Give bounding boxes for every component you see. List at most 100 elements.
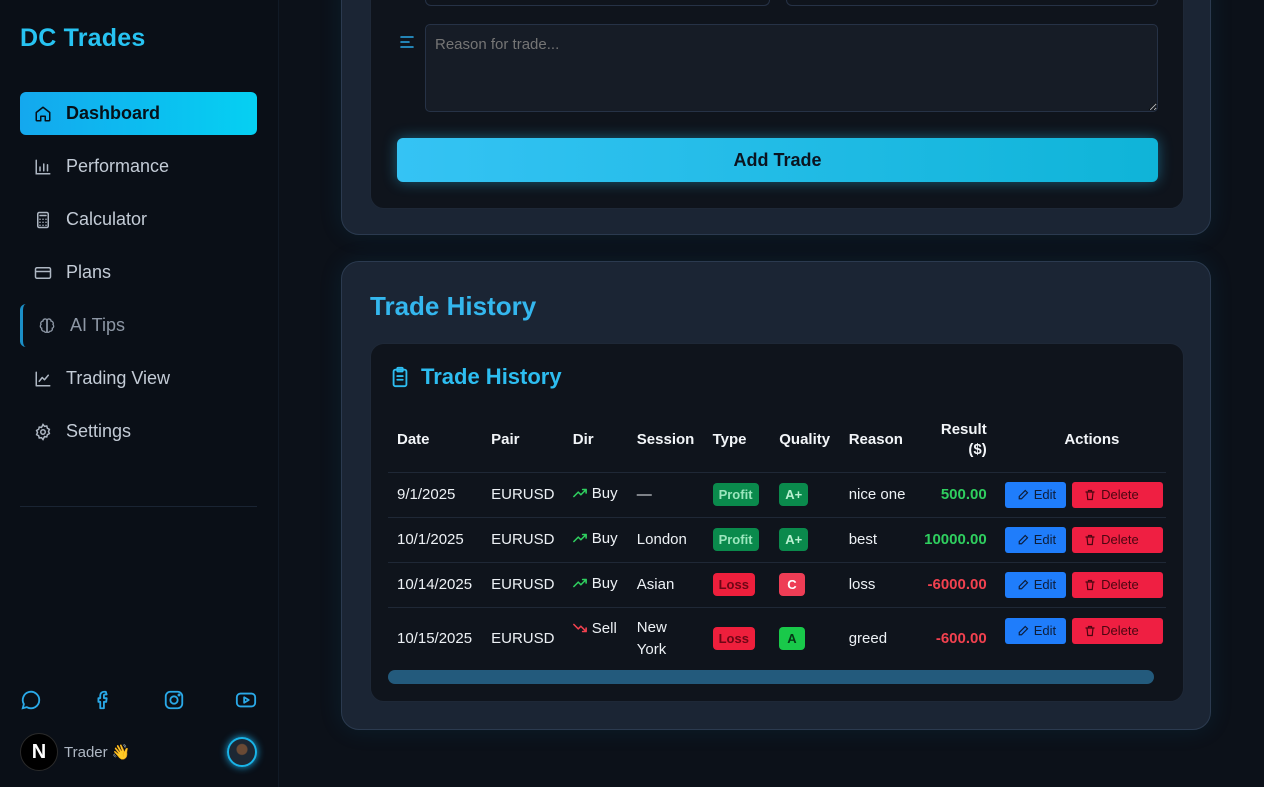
- cell-session: —: [627, 471, 704, 517]
- reason-input[interactable]: [425, 24, 1158, 112]
- quality-badge: A+: [779, 528, 809, 551]
- delete-button[interactable]: Delete: [1072, 526, 1163, 553]
- trade-table-wrapper: Date Pair Dir Session Type Quality Reaso…: [388, 408, 1166, 670]
- cell-pair: EURUSD: [482, 516, 564, 562]
- trending-up-icon: [572, 578, 587, 588]
- status-badge: Loss: [712, 573, 755, 596]
- app-logo: N: [20, 733, 58, 771]
- horizontal-scrollbar[interactable]: [388, 670, 1154, 684]
- trending-up-icon: [572, 533, 587, 543]
- pencil-icon: [1018, 579, 1029, 589]
- cell-type: Profit: [703, 516, 771, 562]
- cell-type: Loss: [703, 606, 771, 670]
- sidebar-item-settings[interactable]: Settings: [20, 410, 257, 453]
- sidebar-item-label: AI Tips: [70, 315, 126, 335]
- sidebar-divider: [20, 506, 257, 507]
- card-title-text: Trade History: [421, 364, 562, 389]
- cell-reason: loss: [839, 561, 916, 607]
- sidebar-item-trading-view[interactable]: Trading View: [20, 357, 257, 400]
- edit-button[interactable]: Edit: [1004, 617, 1067, 644]
- add-trade-card: Add Trade: [370, 0, 1184, 209]
- cell-dir: Buy: [563, 561, 628, 607]
- col-date[interactable]: Date: [388, 408, 482, 472]
- chat-icon[interactable]: [20, 689, 42, 711]
- form-fields-row: [371, 0, 1183, 6]
- status-badge: Profit: [712, 528, 759, 551]
- card-title: Trade History: [389, 364, 562, 390]
- sidebar-item-performance[interactable]: Performance: [20, 145, 257, 188]
- table-row: 9/1/2025 EURUSD Buy — Profit A+ nice one…: [388, 471, 1166, 517]
- col-dir[interactable]: Dir: [564, 408, 628, 472]
- delete-button[interactable]: Delete: [1072, 571, 1163, 598]
- cell-quality: A+: [770, 516, 840, 562]
- cell-reason: nice one: [839, 471, 916, 517]
- cell-result: -6000.00: [915, 561, 996, 607]
- brand-logo[interactable]: DC Trades: [20, 24, 145, 53]
- cell-session: Asian: [627, 561, 704, 607]
- sidebar-item-label: Plans: [66, 262, 112, 282]
- cell-pair: EURUSD: [482, 471, 564, 517]
- add-trade-button[interactable]: Add Trade: [397, 138, 1158, 182]
- col-reason[interactable]: Reason: [840, 408, 915, 472]
- status-badge: Profit: [712, 483, 759, 506]
- trade-history-card: Trade History Date Pair Dir Session Type…: [370, 343, 1184, 702]
- col-type[interactable]: Type: [704, 408, 771, 472]
- form-field[interactable]: [425, 0, 770, 6]
- cell-actions: Edit Delete: [995, 561, 1166, 607]
- trending-down-icon: [572, 623, 587, 633]
- cell-dir: Buy: [563, 471, 628, 517]
- delete-button[interactable]: Delete: [1072, 481, 1163, 508]
- edit-button[interactable]: Edit: [1004, 571, 1067, 598]
- youtube-icon[interactable]: [235, 689, 257, 711]
- facebook-icon[interactable]: [92, 689, 114, 711]
- table-row: 10/1/2025 EURUSD Buy London Profit A+ be…: [388, 516, 1166, 562]
- col-pair[interactable]: Pair: [482, 408, 564, 472]
- instagram-icon[interactable]: [163, 689, 185, 711]
- sidebar: DC Trades Dashboard Performance Calculat…: [0, 0, 279, 787]
- cell-session: New York: [627, 606, 704, 670]
- sidebar-item-label: Trading View: [66, 368, 171, 388]
- sidebar-item-label: Performance: [66, 156, 170, 176]
- bar-chart-icon: [34, 158, 52, 176]
- avatar[interactable]: [227, 737, 257, 767]
- sidebar-nav: Dashboard Performance Calculator Plans A…: [20, 92, 257, 463]
- sidebar-item-label: Calculator: [66, 209, 148, 229]
- cell-reason: greed: [839, 606, 916, 670]
- form-field[interactable]: [786, 0, 1158, 6]
- col-result[interactable]: Result ($): [915, 408, 996, 472]
- col-quality[interactable]: Quality: [770, 408, 839, 472]
- sidebar-item-label: Settings: [66, 421, 132, 441]
- cell-actions: Edit Delete: [995, 471, 1166, 517]
- trade-table: Date Pair Dir Session Type Quality Reaso…: [388, 408, 1166, 670]
- trash-icon: [1085, 579, 1095, 590]
- user-name: Trader 👋: [64, 744, 131, 761]
- edit-button[interactable]: Edit: [1004, 526, 1067, 553]
- trending-up-icon: [572, 488, 587, 498]
- cell-date: 9/1/2025: [388, 471, 483, 517]
- col-actions: Actions: [1064, 431, 1120, 449]
- cell-actions: Edit Delete: [995, 516, 1166, 562]
- credit-card-icon: [34, 264, 52, 282]
- sidebar-item-dashboard[interactable]: Dashboard: [20, 92, 257, 135]
- trash-icon: [1085, 534, 1095, 545]
- table-header: Date Pair Dir Session Type Quality Reaso…: [388, 408, 1166, 472]
- sidebar-item-ai-tips[interactable]: AI Tips: [20, 304, 257, 347]
- sidebar-item-plans[interactable]: Plans: [20, 251, 257, 294]
- cell-reason: best: [839, 516, 916, 562]
- cell-quality: A: [770, 606, 840, 670]
- gear-icon: [34, 422, 52, 441]
- col-session[interactable]: Session: [628, 408, 704, 472]
- social-links: [20, 689, 257, 711]
- sidebar-item-calculator[interactable]: Calculator: [20, 198, 257, 241]
- delete-button[interactable]: Delete: [1072, 617, 1163, 644]
- pencil-icon: [1018, 625, 1029, 635]
- home-icon: [34, 105, 52, 123]
- cell-type: Loss: [703, 561, 771, 607]
- line-chart-icon: [34, 370, 52, 388]
- pencil-icon: [1018, 489, 1029, 499]
- pencil-icon: [1018, 534, 1029, 544]
- trade-history-panel: Trade History Trade History Date Pair Di…: [341, 261, 1211, 730]
- trash-icon: [1085, 489, 1095, 500]
- cell-dir: Sell: [563, 606, 628, 670]
- edit-button[interactable]: Edit: [1004, 481, 1067, 508]
